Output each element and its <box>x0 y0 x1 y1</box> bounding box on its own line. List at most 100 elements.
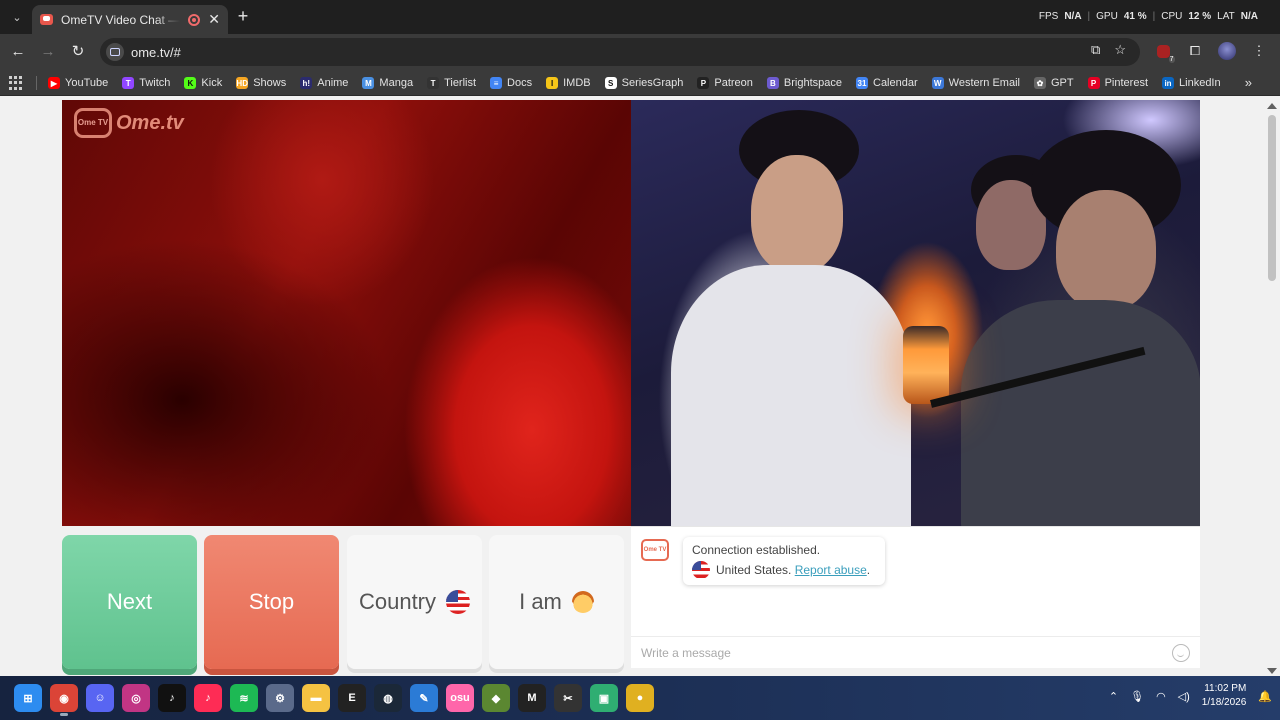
circle-app-icon[interactable]: ● <box>626 684 654 712</box>
wifi-icon[interactable]: ◠ <box>1156 690 1166 703</box>
boy-emoji-icon <box>571 591 594 613</box>
bookmark-star-icon[interactable]: ☆ <box>1114 42 1126 58</box>
profile-avatar[interactable] <box>1218 42 1236 60</box>
us-flag-icon <box>446 590 471 614</box>
forward-arrow-icon[interactable]: → <box>38 42 58 62</box>
bookmark-tierlist[interactable]: T Tierlist <box>427 77 476 89</box>
tab-search-button[interactable]: ⌄ <box>6 7 28 27</box>
vscode-icon[interactable]: ✎ <box>410 684 438 712</box>
chat-panel: Ome TV Connection established. United St… <box>631 526 1200 668</box>
bookmark-gpt[interactable]: ✿ GPT <box>1033 77 1074 89</box>
seriesgraph-icon: S <box>604 77 617 89</box>
shows-icon: HD <box>236 77 249 89</box>
anime-icon: h! <box>300 77 313 89</box>
spotify-icon[interactable]: ≋ <box>230 684 258 712</box>
scroll-thumb[interactable] <box>1268 115 1276 281</box>
gpu-label: GPU <box>1096 11 1118 22</box>
recording-indicator-icon <box>188 13 201 26</box>
apps-grid-icon[interactable] <box>9 76 23 90</box>
bookmark-shows[interactable]: HD Shows <box>236 77 286 89</box>
page-scrollbar[interactable] <box>1264 97 1280 676</box>
minecraft-icon[interactable]: ◆ <box>482 684 510 712</box>
next-button[interactable]: Next <box>62 535 197 669</box>
gpt-icon: ✿ <box>1033 77 1046 89</box>
tiktok-icon[interactable]: ♪ <box>158 684 186 712</box>
new-tab-button[interactable]: + <box>234 6 252 26</box>
tab-ometv[interactable]: OmeTV Video Chat — OmeTV ✕ <box>32 5 228 34</box>
cast-icon[interactable]: ⧉ <box>1091 42 1100 58</box>
discord-icon[interactable]: ☺ <box>86 684 114 712</box>
more-bookmarks-icon[interactable]: » <box>1245 75 1252 90</box>
lamp-light <box>903 326 949 404</box>
bookmark-label: IMDB <box>563 77 591 89</box>
osu-icon[interactable]: osu <box>446 684 474 712</box>
ometv-chat-logo-icon: Ome TV <box>641 539 669 561</box>
bookmark-imdb[interactable]: I IMDB <box>546 77 591 89</box>
volume-icon[interactable]: ◁) <box>1178 690 1190 703</box>
pinterest-icon: P <box>1087 77 1100 89</box>
bookmark-western-email[interactable]: W Western Email <box>931 77 1020 89</box>
report-abuse-link[interactable]: Report abuse <box>795 563 867 577</box>
instagram-icon[interactable]: ◎ <box>122 684 150 712</box>
microphone-icon[interactable]: 🎙 <box>1130 690 1144 703</box>
bookmark-docs[interactable]: ≡ Docs <box>490 77 532 89</box>
capcut-icon[interactable]: M <box>518 684 546 712</box>
bookmark-calendar[interactable]: 31 Calendar <box>856 77 918 89</box>
file-explorer-icon[interactable]: ▬ <box>302 684 330 712</box>
settings-icon[interactable]: ⚙ <box>266 684 294 712</box>
imdb-icon: I <box>546 77 559 89</box>
back-arrow-icon[interactable]: ← <box>8 42 28 62</box>
bookmark-label: Patreon <box>714 77 753 89</box>
epic-games-icon[interactable]: E <box>338 684 366 712</box>
notifications-icon[interactable]: 🔔 <box>1258 690 1272 703</box>
twitch-icon: T <box>122 77 135 89</box>
brightspace-icon: B <box>766 77 779 89</box>
bookmark-kick[interactable]: K Kick <box>184 77 222 89</box>
bookmark-label: Brightspace <box>783 77 842 89</box>
tiktok-live-icon[interactable]: ♪ <box>194 684 222 712</box>
linkedin-icon: in <box>1162 77 1175 89</box>
country-filter-button[interactable]: Country <box>347 535 482 669</box>
bookmark-anime[interactable]: h! Anime <box>300 77 348 89</box>
bookmark-seriesgraph[interactable]: S SeriesGraph <box>604 77 683 89</box>
system-message: Connection established. United States. R… <box>683 537 885 585</box>
scroll-down-icon[interactable] <box>1267 668 1277 674</box>
browser-menu-icon[interactable]: ⋮ <box>1250 42 1268 60</box>
gender-select-button[interactable]: I am <box>489 535 624 669</box>
twitch-studio-icon[interactable]: ▣ <box>590 684 618 712</box>
bookmark-manga[interactable]: M Manga <box>362 77 413 89</box>
bookmark-linkedin[interactable]: in LinkedIn <box>1162 77 1221 89</box>
bookmark-pinterest[interactable]: P Pinterest <box>1087 77 1148 89</box>
bookmark-patreon[interactable]: P Patreon <box>697 77 753 89</box>
ometv-logo[interactable]: Ome TV Ome.tv <box>74 108 184 138</box>
performance-overlay: FPS N/A | GPU 41 % | CPU 12 % LAT N/A <box>1038 11 1258 22</box>
windows-start-icon[interactable]: ⊞ <box>14 684 42 712</box>
scroll-up-icon[interactable] <box>1267 103 1277 109</box>
stop-button[interactable]: Stop <box>204 535 339 669</box>
steam-icon[interactable]: ◍ <box>374 684 402 712</box>
email-icon: W <box>931 77 944 89</box>
site-info-icon[interactable] <box>106 43 124 61</box>
kick-icon: K <box>184 77 197 89</box>
browser-tab-bar: ⌄ OmeTV Video Chat — OmeTV ✕ + FPS N/A |… <box>0 0 1280 34</box>
report-suffix: . <box>866 563 871 577</box>
address-bar[interactable]: ome.tv/# ⧉ ☆ <box>100 38 1140 66</box>
gpu-value: 41 % <box>1123 11 1147 22</box>
bookmark-twitch[interactable]: T Twitch <box>122 77 170 89</box>
reload-icon[interactable]: ↻ <box>68 42 88 62</box>
message-input[interactable] <box>641 645 1172 660</box>
bookmark-brightspace[interactable]: B Brightspace <box>766 77 842 89</box>
cpu-label: CPU <box>1161 11 1183 22</box>
capcut-desktop-icon[interactable]: ✂ <box>554 684 582 712</box>
extensions-puzzle-icon[interactable]: ⧠ <box>1186 42 1204 60</box>
extension-badge-icon[interactable] <box>1154 42 1175 63</box>
bookmark-list: ▶ YouTube T Twitch K Kick HD Shows h! Anime M Manga… <box>48 70 1235 96</box>
chrome-icon[interactable]: ◉ <box>50 684 78 716</box>
bookmark-youtube[interactable]: ▶ YouTube <box>48 77 108 89</box>
url-text: ome.tv/# <box>131 44 181 60</box>
emoji-picker-icon[interactable] <box>1172 643 1190 662</box>
tab-close-icon[interactable]: ✕ <box>208 11 220 28</box>
tab-title: OmeTV Video Chat — OmeTV <box>61 12 181 27</box>
tray-chevron-icon[interactable]: ⌃ <box>1109 690 1118 703</box>
taskbar-clock[interactable]: 11:02 PM 1/18/2026 <box>1202 682 1247 710</box>
